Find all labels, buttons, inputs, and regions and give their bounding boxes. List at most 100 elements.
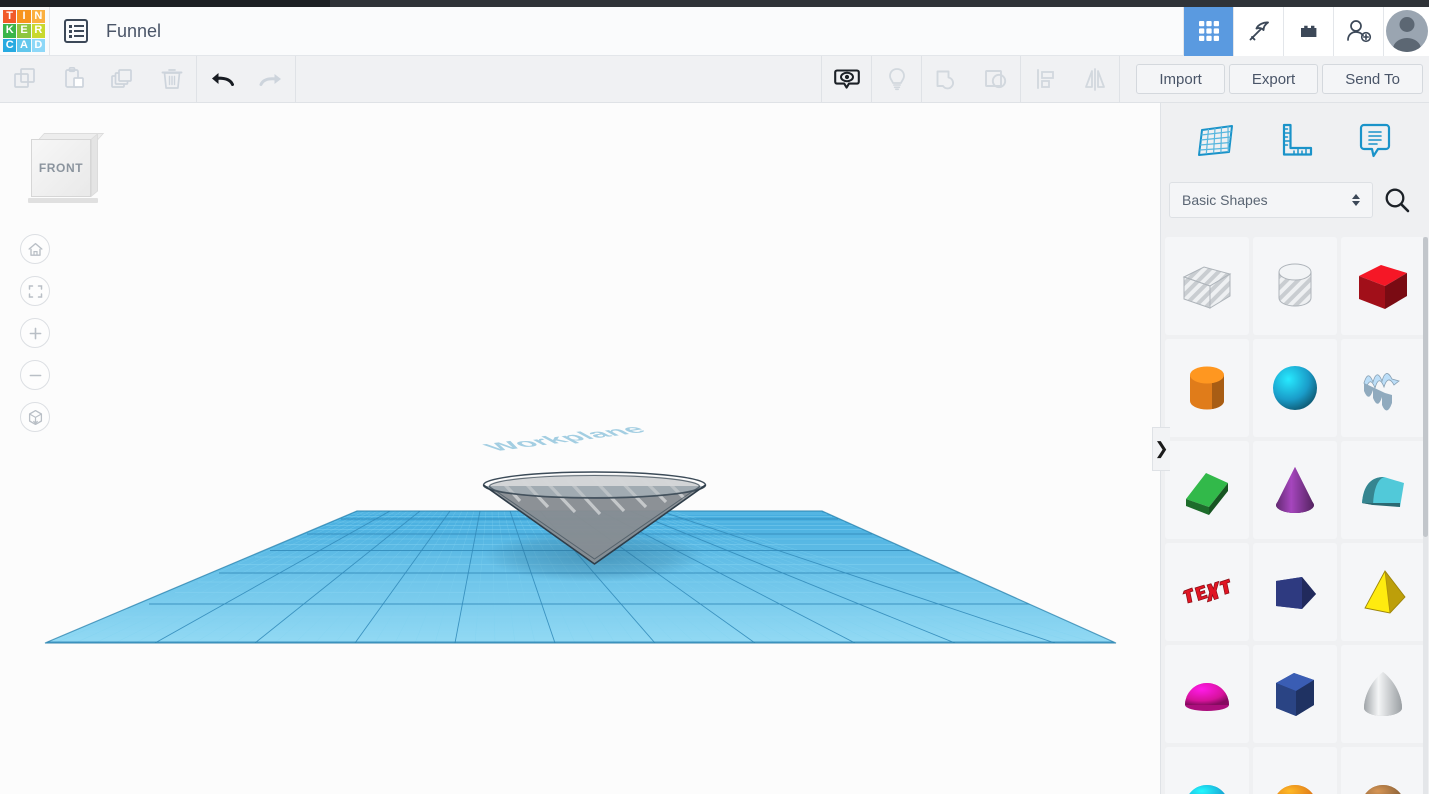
cone-thumbnail xyxy=(1276,467,1314,513)
wedge-thumbnail xyxy=(1276,577,1316,609)
workplane-grid-icon xyxy=(1198,125,1233,156)
logo-tile-c: C xyxy=(3,38,17,52)
ungroup-button[interactable] xyxy=(971,56,1020,102)
design-viewport[interactable]: Workplane FRONT xyxy=(0,103,1160,794)
eye-in-bubble-icon xyxy=(833,69,860,89)
shape-pyramid[interactable] xyxy=(1341,543,1425,641)
shape-wedge[interactable] xyxy=(1253,543,1337,641)
ruler-icon xyxy=(1282,123,1313,156)
align-button[interactable] xyxy=(1021,56,1070,102)
notes-tool[interactable] xyxy=(1351,116,1399,164)
shape-category-select[interactable]: Basic Shapes xyxy=(1169,182,1373,218)
app-header: TINKERCAD Funnel xyxy=(0,6,1429,56)
logo-tile-r: R xyxy=(31,24,45,38)
duplicate-button[interactable] xyxy=(98,56,147,102)
duplicate-icon xyxy=(110,69,132,88)
home-view-button[interactable] xyxy=(20,234,50,264)
zoom-in-button[interactable] xyxy=(20,318,50,348)
hole-cylinder-thumbnail xyxy=(1278,263,1312,307)
shape-cone[interactable] xyxy=(1253,441,1337,539)
shape-text[interactable] xyxy=(1165,543,1249,641)
mirror-button[interactable] xyxy=(1070,56,1119,102)
shape-box[interactable] xyxy=(1341,237,1425,335)
group-button[interactable] xyxy=(922,56,971,102)
shapes-scrollbar-thumb[interactable] xyxy=(1423,237,1428,537)
shape-tube-blue[interactable] xyxy=(1165,747,1249,794)
halfsphere-thumbnail xyxy=(1277,785,1313,794)
shape-cylinder-hole[interactable] xyxy=(1253,237,1337,335)
shape-search-button[interactable] xyxy=(1373,182,1421,218)
halfcyl-thumbnail xyxy=(1362,477,1404,507)
view-cube-right-face[interactable] xyxy=(91,133,98,197)
view-cube-front-face[interactable]: FRONT xyxy=(31,139,91,197)
shape-roof[interactable] xyxy=(1165,441,1249,539)
paste-icon xyxy=(64,66,84,88)
shapes-scrollbar[interactable] xyxy=(1423,237,1428,794)
shape-cylinder[interactable] xyxy=(1165,339,1249,437)
tinkercad-logo[interactable]: TINKERCAD xyxy=(3,10,45,52)
logo-tile-a: A xyxy=(17,38,31,52)
list-menu-icon[interactable] xyxy=(64,19,88,43)
copy-button[interactable] xyxy=(0,56,49,102)
avatar xyxy=(1385,10,1428,52)
shape-paraboloid[interactable] xyxy=(1341,645,1425,743)
paste-button[interactable] xyxy=(49,56,98,102)
cylinder-thumbnail xyxy=(1190,366,1224,410)
delete-button[interactable] xyxy=(147,56,196,102)
pyramid-thumbnail xyxy=(1364,570,1406,614)
lightbulb-icon xyxy=(888,68,905,91)
shapes-panel: Basic Shapes xyxy=(1160,103,1429,794)
shape-halfcylinder[interactable] xyxy=(1341,441,1425,539)
redo-arrow-icon xyxy=(259,74,281,86)
send-to-button[interactable]: Send To xyxy=(1322,64,1423,94)
user-avatar[interactable] xyxy=(1383,6,1429,56)
sphere-thumbnail xyxy=(1273,366,1317,410)
cube-view-icon xyxy=(28,409,42,425)
logo-tile-i: I xyxy=(17,10,31,24)
plus-icon xyxy=(29,327,41,339)
lego-brick-icon xyxy=(1300,25,1316,37)
text3d-thumbnail xyxy=(1182,578,1231,604)
ungroup-shapes-icon xyxy=(984,70,1006,89)
shape-scribble[interactable] xyxy=(1341,339,1425,437)
zoom-out-button[interactable] xyxy=(20,360,50,390)
box-thumbnail xyxy=(1359,265,1407,309)
mirror-icon xyxy=(1084,68,1105,91)
blocks-button[interactable] xyxy=(1283,6,1333,56)
view-cube[interactable]: FRONT xyxy=(28,131,105,203)
header-divider xyxy=(49,6,50,56)
undo-button[interactable] xyxy=(197,56,246,102)
shape-box-hole[interactable] xyxy=(1165,237,1249,335)
halfsphere-thumbnail xyxy=(1365,785,1401,794)
ortho-perspective-button[interactable] xyxy=(20,402,50,432)
paraboloid-thumbnail xyxy=(1364,672,1402,716)
invite-button[interactable] xyxy=(1333,6,1383,56)
shape-hexprism[interactable] xyxy=(1253,645,1337,743)
ruler-tool[interactable] xyxy=(1271,116,1319,164)
workplane-tool[interactable] xyxy=(1191,116,1239,164)
minus-icon xyxy=(29,374,41,376)
codeblocks-button[interactable] xyxy=(1233,6,1283,56)
panel-search-row: Basic Shapes xyxy=(1161,177,1429,223)
roof-thumbnail xyxy=(1186,473,1228,515)
shape-heart[interactable] xyxy=(1341,747,1425,794)
show-hide-button[interactable] xyxy=(822,56,871,102)
shape-sphere[interactable] xyxy=(1253,339,1337,437)
shape-halfsphere[interactable] xyxy=(1165,645,1249,743)
toolbar-divider-2 xyxy=(295,56,296,102)
export-button[interactable]: Export xyxy=(1228,64,1319,94)
shapes-grid[interactable] xyxy=(1161,233,1429,794)
import-button[interactable]: Import xyxy=(1136,64,1225,94)
panel-collapse-button[interactable]: ❯ xyxy=(1152,427,1170,471)
chevron-updown-icon xyxy=(1351,194,1360,206)
copy-icon xyxy=(13,68,35,88)
grid-view-button[interactable] xyxy=(1183,6,1233,56)
search-icon xyxy=(1385,188,1410,213)
halfsphere-thumbnail xyxy=(1185,683,1229,711)
shape-tube-orange[interactable] xyxy=(1253,747,1337,794)
fit-view-button[interactable] xyxy=(20,276,50,306)
redo-button[interactable] xyxy=(246,56,295,102)
view-cube-base xyxy=(28,198,98,203)
light-button[interactable] xyxy=(872,56,921,102)
workplane-label: Workplane xyxy=(478,422,652,453)
